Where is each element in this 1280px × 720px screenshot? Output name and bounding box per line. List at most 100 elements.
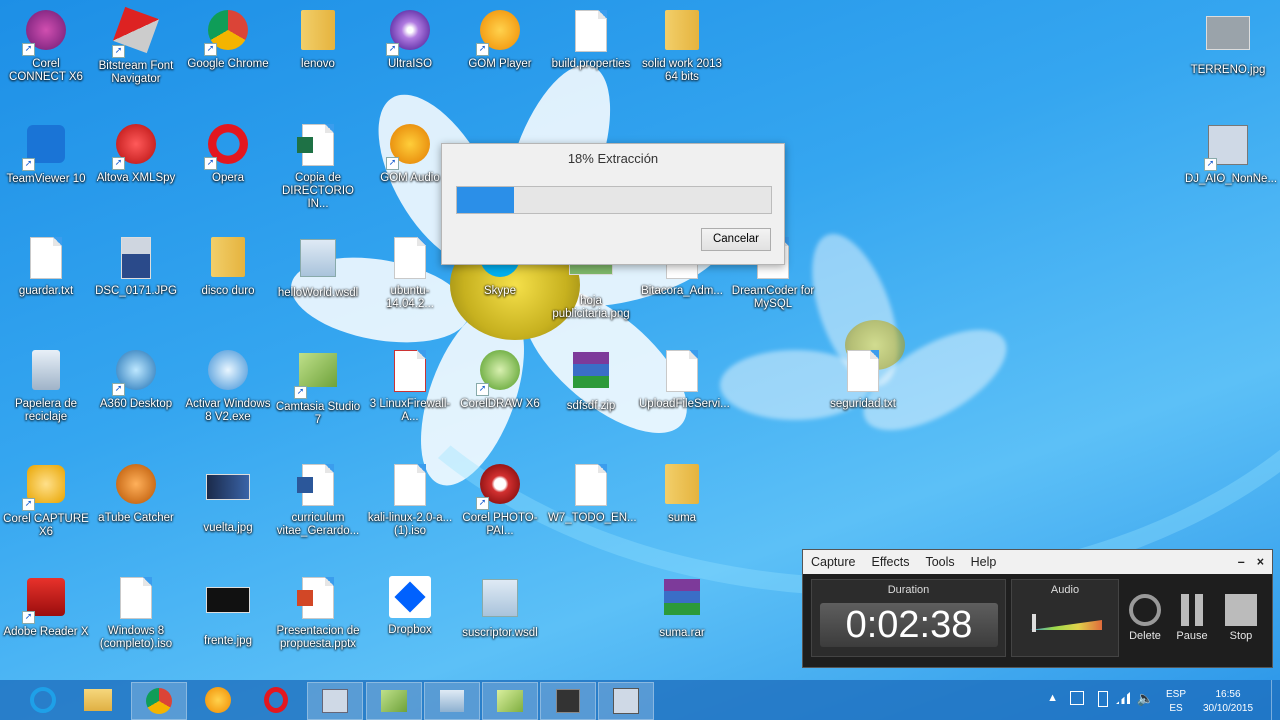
taskbar-xmlspy[interactable] <box>307 682 363 720</box>
taskbar-camtasia[interactable] <box>366 682 422 720</box>
recorder-panel: Capture Effects Tools Help – × Duration … <box>802 549 1273 668</box>
desktop-icon-sdfsdf[interactable]: sdfsdf.zip <box>546 348 636 413</box>
close-icon[interactable]: × <box>1257 555 1264 569</box>
speaker-icon[interactable]: 🔈 <box>1137 690 1154 707</box>
menu-capture[interactable]: Capture <box>811 555 855 569</box>
film-icon <box>556 689 580 713</box>
desktop-icon-solidwork[interactable]: solid work 2013 64 bits <box>637 8 727 84</box>
desktop-icon-bitstream[interactable]: ➚ Bitstream Font Navigator <box>91 6 181 86</box>
desktop-icon-lenovo[interactable]: lenovo <box>273 8 363 71</box>
desktop-icon-adobe[interactable]: ➚ Adobe Reader X <box>1 575 91 639</box>
desktop-icon-gomplayer[interactable]: ➚ GOM Player <box>455 8 545 71</box>
language-indicator[interactable]: ESP ES <box>1166 688 1186 716</box>
taskbar-ie[interactable] <box>16 682 70 718</box>
desktop-icon-kali[interactable]: kali-linux-2.0-a... (1).iso <box>365 462 455 538</box>
altova-icon <box>440 690 464 712</box>
taskbar-chrome[interactable] <box>131 682 187 720</box>
desktop-icon-camtasia[interactable]: ➚ Camtasia Studio 7 <box>273 348 363 427</box>
taskbar-film[interactable] <box>540 682 596 720</box>
desktop-icon-activar[interactable]: Activar Windows 8 V2.exe <box>183 348 273 424</box>
show-hidden-icons[interactable]: ▲ <box>1047 692 1058 704</box>
wifi-icon[interactable] <box>1116 692 1130 704</box>
chrome-icon <box>146 688 172 714</box>
desktop-icon-corel-connect[interactable]: ➚ Corel CONNECT X6 <box>1 8 91 84</box>
audio-slider-handle[interactable] <box>1032 614 1036 632</box>
wsdl-file-icon <box>482 579 518 617</box>
desktop-icon-disco[interactable]: disco duro <box>183 235 273 298</box>
minimize-icon[interactable]: – <box>1238 555 1245 569</box>
iso-file-icon <box>394 464 426 506</box>
show-desktop-button[interactable] <box>1271 680 1280 720</box>
desktop-icon-sumarar[interactable]: suma.rar <box>637 575 727 640</box>
desktop-icon-terreno[interactable]: TERRENO.jpg <box>1183 8 1273 77</box>
desktop-icon-linuxfw[interactable]: 3 LinuxFirewall-A... <box>365 348 455 424</box>
desktop-icon-suma[interactable]: suma <box>637 462 727 525</box>
language-bottom: ES <box>1169 703 1183 714</box>
taskbar-camtasia-recorder[interactable] <box>482 682 538 720</box>
duration-timer: 0:02:38 <box>820 603 998 647</box>
desktop-icon-teamviewer[interactable]: ➚ TeamViewer 10 <box>1 122 91 186</box>
recorder-menubar: Capture Effects Tools Help – × <box>803 550 1272 574</box>
desktop-icon-papelera[interactable]: Papelera de reciclaje <box>1 348 91 424</box>
desktop-icon-copia[interactable]: Copia de DIRECTORIO IN... <box>273 122 363 211</box>
taskbar-opera[interactable] <box>249 682 303 718</box>
pause-button[interactable]: Pause <box>1170 594 1214 642</box>
desktop-icon-coreldraw[interactable]: ➚ CorelDRAW X6 <box>455 348 545 411</box>
taskbar-altova[interactable] <box>424 682 480 720</box>
folder-icon <box>665 464 699 504</box>
desktop-icon-win8[interactable]: Windows 8 (completo).iso <box>91 575 181 651</box>
audio-box: Audio <box>1011 579 1119 657</box>
file-icon <box>575 10 607 52</box>
desktop-icon-dsc[interactable]: DSC_0171.JPG <box>91 235 181 298</box>
gomplayer-icon <box>205 687 231 713</box>
clock[interactable]: 16:56 30/10/2015 <box>1198 688 1258 716</box>
desktop-icon-frente[interactable]: frente.jpg <box>183 575 273 648</box>
camtasia-icon <box>299 353 337 387</box>
desktop-icon-chrome[interactable]: ➚ Google Chrome <box>183 8 273 71</box>
taskbar-gomplayer[interactable] <box>191 682 245 718</box>
delete-label: Delete <box>1129 630 1161 642</box>
desktop-icon-corelcapture[interactable]: ➚ Corel CAPTURE X6 <box>1 462 91 539</box>
folder-icon <box>211 237 245 277</box>
photo-icon <box>121 237 151 279</box>
desktop-icon-suscriptor[interactable]: suscriptor.wsdl <box>455 575 545 640</box>
desktop-icon-w7[interactable]: W7_TODO_EN... <box>546 462 637 525</box>
iso-file-icon <box>120 577 152 619</box>
desktop-icon-xmlspy[interactable]: ➚ Altova XMLSpy <box>91 122 181 185</box>
taskbar-explorer[interactable] <box>71 682 125 718</box>
desktop-icon-atube[interactable]: aTube Catcher <box>91 462 181 525</box>
camtasia-icon <box>381 690 407 712</box>
camtasia-recorder-icon <box>497 690 523 712</box>
desktop-icon-photopaint[interactable]: ➚ Corel PHOTO-PAI... <box>455 462 545 538</box>
desktop-icon-build[interactable]: build.properties <box>546 8 636 71</box>
battery-icon[interactable] <box>1098 691 1108 707</box>
menu-help[interactable]: Help <box>971 555 997 569</box>
desktop-icon-upload[interactable]: UploadFileServi... <box>637 348 730 411</box>
opera-icon <box>264 687 288 713</box>
menu-effects[interactable]: Effects <box>871 555 909 569</box>
desktop-icon-helloworld[interactable]: helloWorld.wsdl <box>273 235 363 300</box>
extraction-progress-bar <box>456 186 772 214</box>
progress-fill <box>457 187 514 213</box>
desktop-icon-curriculum[interactable]: curriculum vitae_Gerardo... <box>273 462 363 538</box>
desktop-icon-djaio[interactable]: ➚ DJ_AIO_NonNe... <box>1183 122 1277 186</box>
taskbar-djaio[interactable] <box>598 682 654 720</box>
image-icon <box>206 474 250 500</box>
recycle-bin-icon <box>32 350 60 390</box>
menu-tools[interactable]: Tools <box>925 555 954 569</box>
desktop-icon-presentacion[interactable]: Presentacion de propuesta.pptx <box>273 575 363 651</box>
desktop-icon-seguridad[interactable]: seguridad.txt <box>818 348 908 411</box>
desktop-icon-dropbox[interactable]: Dropbox <box>365 575 455 637</box>
iso-file-icon <box>575 464 607 506</box>
desktop-icon-vuelta[interactable]: vuelta.jpg <box>183 462 273 535</box>
folder-icon <box>665 10 699 50</box>
desktop-icon-ultraiso[interactable]: ➚ UltraISO <box>365 8 455 71</box>
desktop-icon-opera[interactable]: ➚ Opera <box>183 122 273 185</box>
delete-button[interactable]: Delete <box>1123 594 1167 642</box>
iso-file-icon <box>394 237 426 279</box>
desktop-icon-guardar[interactable]: guardar.txt <box>1 235 91 298</box>
flag-icon[interactable] <box>1070 691 1084 705</box>
stop-button[interactable]: Stop <box>1219 594 1263 642</box>
desktop-icon-a360[interactable]: ➚ A360 Desktop <box>91 348 181 411</box>
cancel-button[interactable]: Cancelar <box>701 228 771 251</box>
